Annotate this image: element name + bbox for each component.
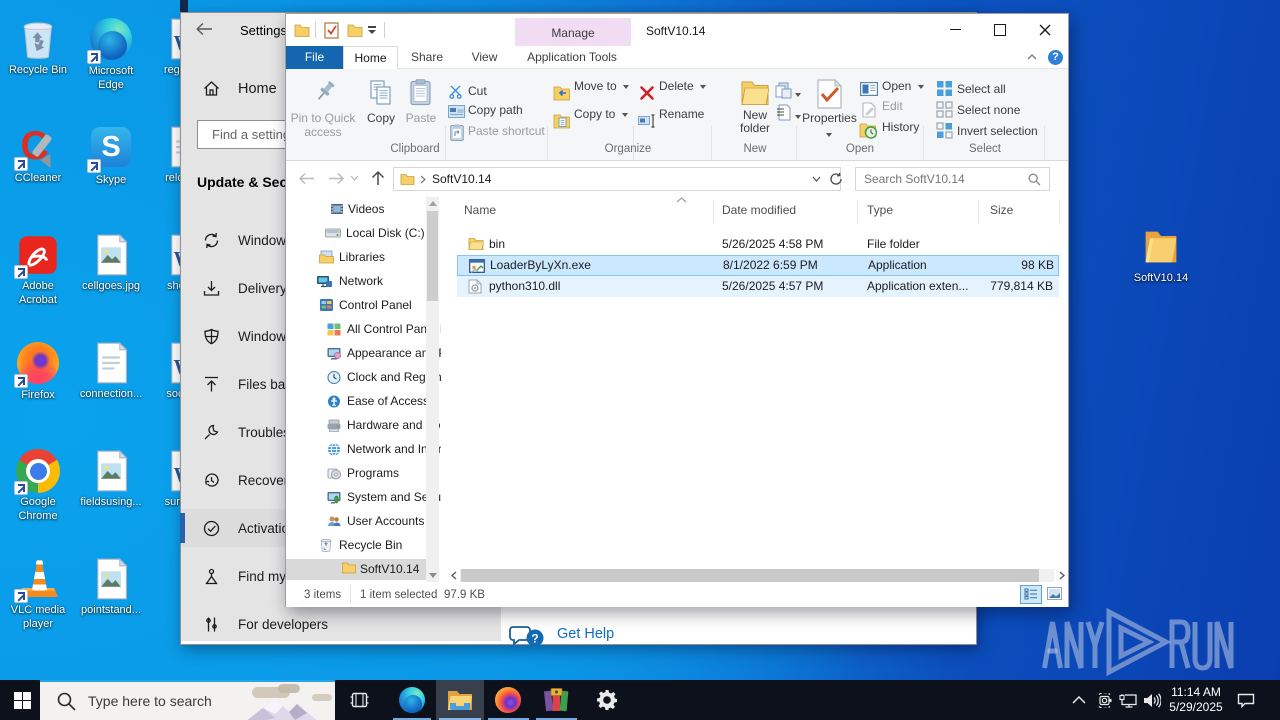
svg-text:?: ? (531, 632, 538, 646)
